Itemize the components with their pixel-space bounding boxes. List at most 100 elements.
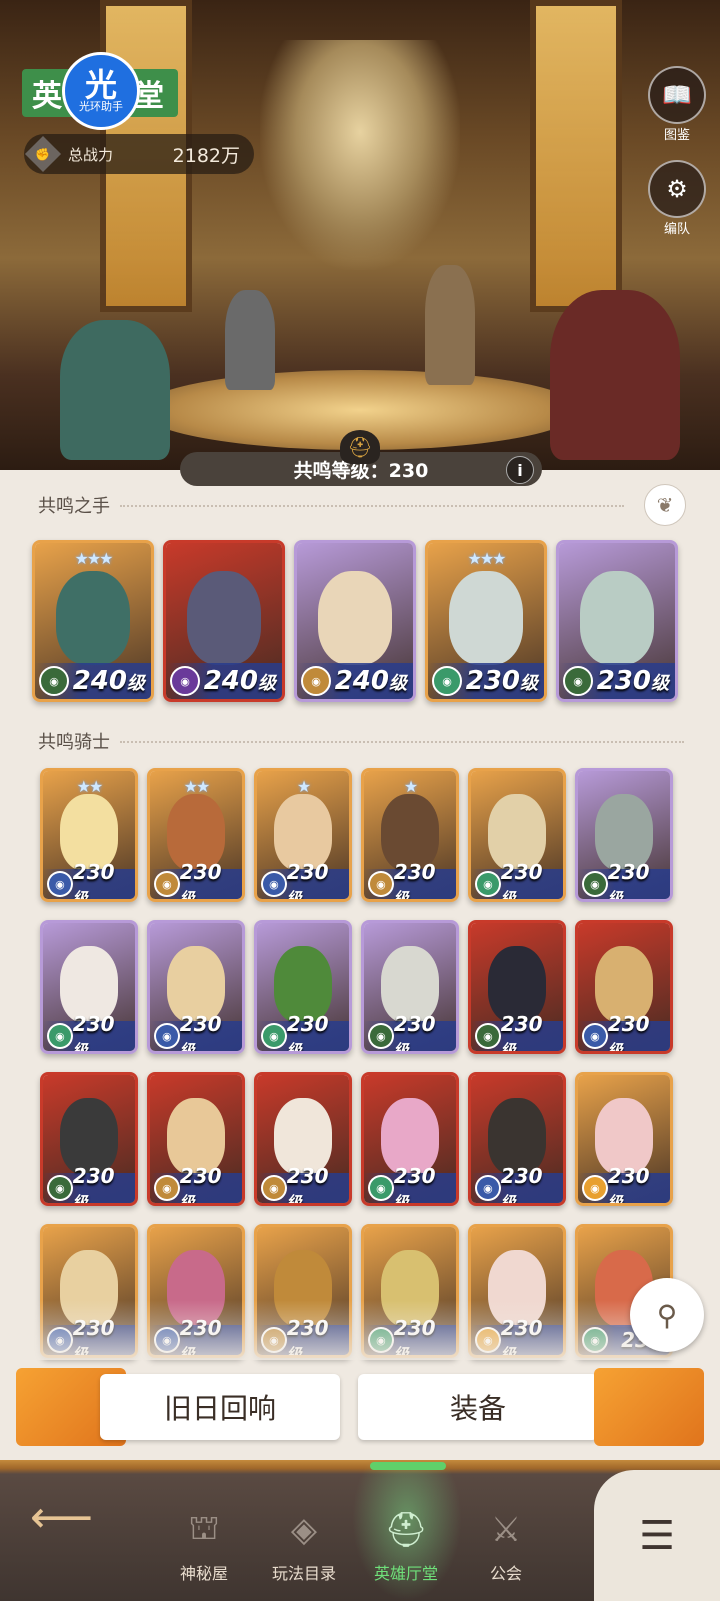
- codex-label: 图鉴: [663, 128, 690, 143]
- level-suffix: 级: [72, 1193, 88, 1206]
- hero-card[interactable]: ◉230级: [556, 540, 678, 702]
- hero-figure[interactable]: [225, 290, 275, 390]
- formation-button[interactable]: ⚙ 编队: [648, 160, 706, 237]
- level-number: 230: [286, 1012, 329, 1036]
- section-hands: 共鸣之手: [38, 492, 684, 518]
- level-bar: ◉230级: [428, 663, 544, 699]
- helmet-emblem-icon: ⛑: [340, 430, 380, 464]
- level-number: 230: [596, 666, 651, 696]
- crossed-swords-icon: ⚔: [490, 1510, 522, 1550]
- hero-figure[interactable]: [550, 290, 680, 460]
- hero-level: 230级: [72, 860, 129, 899]
- hero-card[interactable]: ◉230级: [147, 1072, 245, 1206]
- hero-card[interactable]: ★★ ◉ 230 级: [147, 768, 245, 902]
- hero-card[interactable]: ◉230级: [361, 920, 459, 1054]
- level-bar: ◉230级: [559, 663, 675, 699]
- diamond-grid-icon: ◈: [290, 1510, 318, 1550]
- logo-char: 光: [84, 66, 117, 104]
- level-bar: ◉230级: [471, 1012, 563, 1051]
- level-suffix: 级: [520, 673, 538, 694]
- nav-play-catalog[interactable]: ◈ 玩法目录: [256, 1500, 352, 1584]
- nav-mystery-house[interactable]: ⛫ 神秘屋: [156, 1500, 252, 1584]
- power-value: 2182万: [172, 144, 240, 167]
- equipment-button[interactable]: 装备: [358, 1374, 598, 1440]
- level-number: 230: [72, 1012, 115, 1036]
- hero-card[interactable]: ◉230级: [254, 1072, 352, 1206]
- hero-card[interactable]: ◉230级: [40, 1072, 138, 1206]
- nav-hero-hall[interactable]: ⛑ 英雄厅堂: [358, 1500, 454, 1584]
- nav-guild[interactable]: ⚔ 公会: [458, 1500, 554, 1584]
- level-bar: ◉230级: [578, 1012, 670, 1051]
- level-number: 240: [72, 666, 127, 696]
- codex-button[interactable]: 📖 图鉴: [648, 66, 706, 143]
- star-rank: ★★★: [74, 549, 113, 568]
- section-knights: 共鸣骑士: [38, 728, 684, 754]
- faction-icon: ◉: [154, 871, 180, 897]
- level-suffix: 级: [389, 673, 407, 694]
- level-number: 230: [500, 860, 543, 884]
- level-suffix: 级: [651, 673, 669, 694]
- faction-icon: ◉: [368, 871, 394, 897]
- hero-card[interactable]: ◉230级: [40, 920, 138, 1054]
- helper-logo[interactable]: 光 光环助手: [62, 52, 140, 130]
- hero-figure[interactable]: [60, 320, 170, 460]
- hero-card[interactable]: ◉ 240级: [163, 540, 285, 702]
- hero-card[interactable]: ◉230级: [361, 1072, 459, 1206]
- leaf-icon[interactable]: ❦: [644, 484, 686, 526]
- hero-card[interactable]: ◉230级: [575, 920, 673, 1054]
- hero-card[interactable]: ★★ ◉ 230 级: [40, 768, 138, 902]
- level-bar: ◉230级: [364, 1012, 456, 1051]
- section-knights-title: 共鸣骑士: [38, 732, 110, 753]
- level-suffix: 级: [286, 1193, 302, 1206]
- hero-card[interactable]: ◉230级: [468, 768, 566, 902]
- info-icon[interactable]: i: [506, 456, 534, 484]
- hero-card[interactable]: ★ ◉ 230 级: [254, 768, 352, 902]
- logo-sub: 光环助手: [79, 100, 123, 113]
- faction-icon: ◉: [475, 1175, 501, 1201]
- level-bar: ◉230级: [257, 1012, 349, 1051]
- faction-icon: ◉: [261, 1175, 287, 1201]
- level-number: 230: [179, 1164, 222, 1188]
- hero-card[interactable]: ◉230级: [254, 920, 352, 1054]
- nav-label: 公会: [489, 1564, 522, 1583]
- hero-level: 230级: [597, 666, 669, 696]
- hero-level: 230级: [394, 1164, 450, 1203]
- level-number: 230: [393, 860, 436, 884]
- old-echo-button[interactable]: 旧日回响: [100, 1374, 340, 1440]
- faction-icon: ◉: [39, 666, 69, 696]
- faction-icon: ◉: [368, 1175, 394, 1201]
- hero-card[interactable]: ◉230级: [468, 1072, 566, 1206]
- faction-icon: ◉: [582, 871, 608, 897]
- level-number: 230: [607, 1164, 650, 1188]
- hero-card[interactable]: ★ ◉ 230 级: [361, 768, 459, 902]
- hero-figure[interactable]: [425, 265, 475, 385]
- hero-card[interactable]: ◉230级: [147, 920, 245, 1054]
- book-icon: 📖: [648, 66, 706, 124]
- hero-level: 230级: [500, 860, 557, 899]
- level-bar: ◉230级: [150, 860, 242, 899]
- hero-card[interactable]: ◉ 240级: [294, 540, 416, 702]
- hero-level: 230级: [180, 860, 236, 899]
- stained-window: [530, 0, 622, 312]
- hero-level: 230级: [72, 1164, 129, 1206]
- level-number: 230: [72, 860, 115, 884]
- faction-icon: ◉: [432, 666, 462, 696]
- hero-card[interactable]: ◉230级: [575, 1072, 673, 1206]
- level-bar: ◉230级: [364, 1164, 456, 1203]
- hero-level: 240级: [73, 666, 145, 696]
- nav-label: 玩法目录: [271, 1564, 336, 1583]
- level-bar: ◉230级: [43, 1012, 135, 1051]
- back-arrow-icon[interactable]: ⟵: [30, 1492, 93, 1543]
- hero-card[interactable]: ★★★ ◉ 240级: [32, 540, 154, 702]
- faction-icon: ◉: [475, 871, 501, 897]
- menu-icon[interactable]: ☰: [594, 1470, 720, 1601]
- hero-card[interactable]: ◉230级: [468, 920, 566, 1054]
- filter-icon[interactable]: ⚲: [630, 1278, 704, 1352]
- hero-card[interactable]: ◉230级: [575, 768, 673, 902]
- hero-card[interactable]: ★★★ ◉ 230级: [425, 540, 547, 702]
- power-icon: ✊: [24, 135, 62, 173]
- level-bar: ◉230级: [578, 1164, 670, 1203]
- level-bar: ◉230级: [257, 1164, 349, 1206]
- hero-face: [317, 571, 393, 665]
- level-suffix: 级: [179, 1193, 195, 1206]
